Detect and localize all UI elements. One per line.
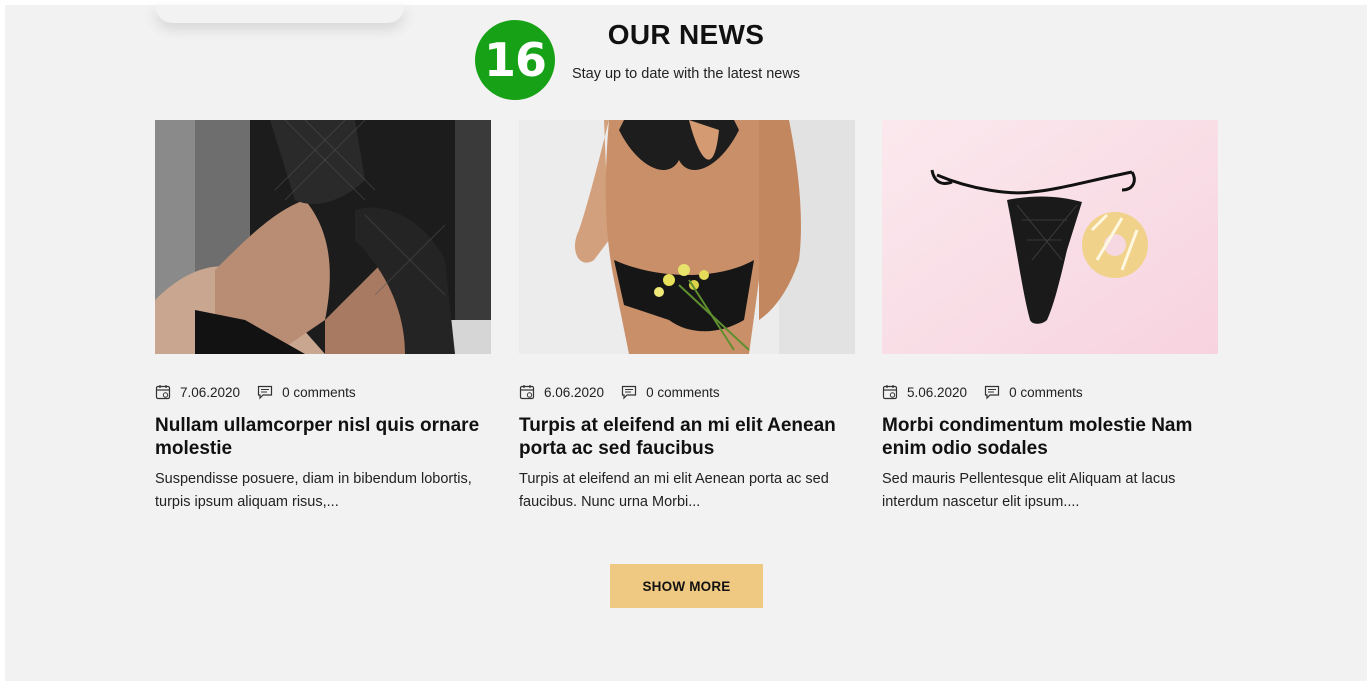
post-meta: 7.06.2020 0 comments — [155, 382, 491, 402]
section-title: OUR NEWS — [607, 19, 765, 50]
post-excerpt: Turpis at eleifend an mi elit Aenean por… — [519, 471, 829, 510]
lingerie-photo-1 — [155, 120, 491, 354]
calendar-icon — [519, 384, 535, 400]
post-title[interactable]: Morbi condimentum molestie Nam enim odio… — [882, 414, 1218, 460]
calendar-icon — [882, 384, 898, 400]
post-excerpt: Sed mauris Pellentesque elit Aliquam at … — [882, 471, 1176, 510]
post-title[interactable]: Turpis at eleifend an mi elit Aenean por… — [519, 414, 855, 460]
post-meta: 5.06.2020 0 comments — [882, 382, 1218, 402]
post-image[interactable] — [882, 120, 1218, 354]
news-card: 5.06.2020 0 comments Morbi condimentum m… — [882, 120, 1218, 514]
post-comments[interactable]: 0 comments — [282, 385, 356, 400]
section-subtitle: Stay up to date with the latest news — [571, 66, 801, 82]
post-date: 7.06.2020 — [180, 384, 241, 400]
news-card: 7.06.2020 0 comments Nullam ullamcorper … — [155, 120, 491, 514]
comment-icon — [257, 384, 273, 400]
lingerie-photo-3 — [882, 120, 1218, 354]
post-date: 6.06.2020 — [544, 384, 605, 400]
show-more-button[interactable]: SHOW MORE — [610, 564, 763, 608]
post-title[interactable]: Nullam ullamcorper nisl quis ornare mole… — [155, 414, 491, 460]
post-meta: 6.06.2020 0 comments — [519, 382, 855, 402]
post-image[interactable] — [155, 120, 491, 354]
news-card: 6.06.2020 0 comments Turpis at eleifend … — [519, 120, 855, 514]
calendar-icon — [155, 384, 171, 400]
lingerie-photo-2 — [519, 120, 855, 354]
news-section: 16 OUR NEWS Stay up to date with the lat… — [5, 5, 1367, 681]
comment-icon — [984, 384, 1000, 400]
comment-icon — [621, 384, 637, 400]
post-comments[interactable]: 0 comments — [646, 385, 720, 400]
post-comments[interactable]: 0 comments — [1009, 385, 1083, 400]
post-date: 5.06.2020 — [907, 384, 968, 400]
post-image[interactable] — [519, 120, 855, 354]
post-excerpt: Suspendisse posuere, diam in bibendum lo… — [155, 471, 472, 510]
